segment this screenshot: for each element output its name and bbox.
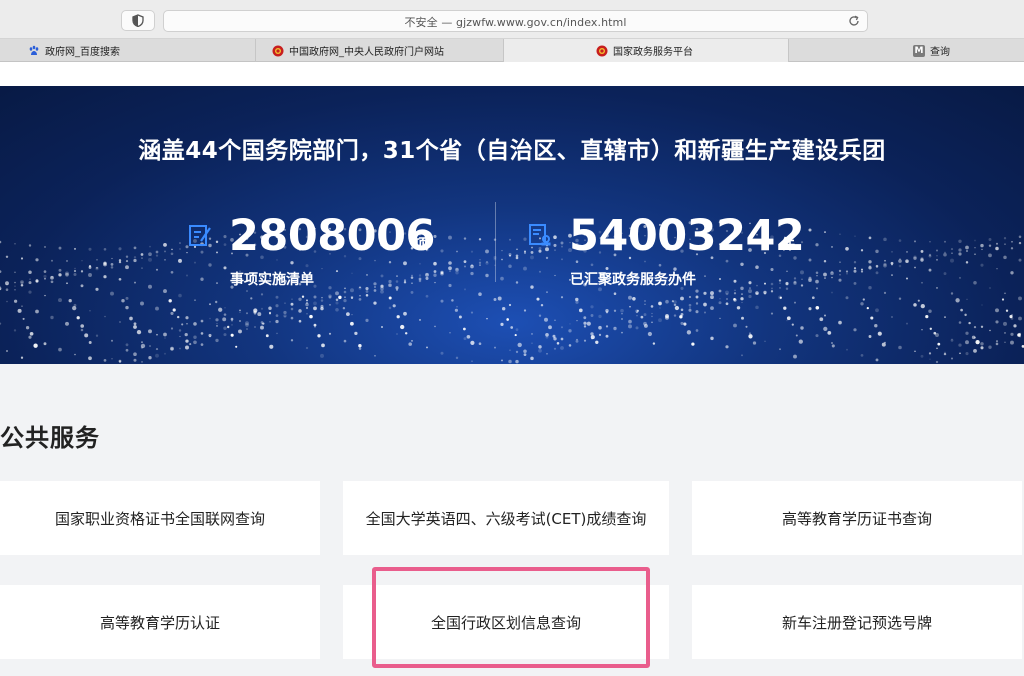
stat-items-value: 2808006 xyxy=(229,211,435,261)
reload-icon[interactable] xyxy=(847,14,861,28)
section-title: 公共服务 xyxy=(0,424,100,452)
national-emblem-icon xyxy=(272,45,284,56)
service-card-degree-certificate[interactable]: 高等教育学历证书查询 xyxy=(692,481,1022,555)
service-card-cet-score[interactable]: 全国大学英语四、六级考试(CET)成绩查询 xyxy=(343,481,669,555)
tab-label: 查询 xyxy=(930,47,950,58)
tab-label: 国家政务服务平台 xyxy=(613,47,693,58)
particle-wave-decoration xyxy=(0,220,1024,364)
national-emblem-icon xyxy=(596,45,608,56)
address-text: 不安全 — gjzwfw.www.gov.cn/index.html xyxy=(404,16,627,29)
tab-query[interactable]: M 查询 xyxy=(789,39,1024,62)
tab-gov-portal[interactable]: 中国政府网_中央人民政府门户网站 xyxy=(256,39,504,62)
address-bar[interactable]: 不安全 — gjzwfw.www.gov.cn/index.html xyxy=(163,10,868,32)
m-letter-icon: M xyxy=(913,44,925,57)
hero-banner: 涵盖44个国务院部门，31个省（自治区、直辖市）和新疆生产建设兵团 280800… xyxy=(0,86,1024,364)
page-top-strip xyxy=(0,62,1024,86)
stat-divider xyxy=(495,202,496,282)
tab-bar: 政府网_百度搜索 中国政府网_中央人民政府门户网站 国家政务服务平台 M 查询 xyxy=(0,39,1024,62)
hero-title: 涵盖44个国务院部门，31个省（自治区、直辖市）和新疆生产建设兵团 xyxy=(138,138,886,164)
tab-label: 中国政府网_中央人民政府门户网站 xyxy=(289,47,444,58)
stat-cases-unit: 件 xyxy=(781,237,795,253)
service-card-plate-preselection[interactable]: 新车注册登记预选号牌 xyxy=(692,585,1022,659)
stat-items-label: 事项实施清单 xyxy=(230,272,314,288)
service-card-admin-division[interactable]: 全国行政区划信息查询 xyxy=(343,585,669,659)
browser-toolbar: 不安全 — gjzwfw.www.gov.cn/index.html xyxy=(0,0,1024,39)
stat-cases-label: 已汇聚政务服务办件 xyxy=(570,272,696,288)
shield-icon xyxy=(132,14,144,27)
privacy-shield-button[interactable] xyxy=(121,10,155,31)
tab-baidu-search[interactable]: 政府网_百度搜索 xyxy=(0,39,256,62)
tab-label: 政府网_百度搜索 xyxy=(45,47,120,58)
stat-cases-value: 54003242 xyxy=(569,211,805,261)
service-card-degree-authentication[interactable]: 高等教育学历认证 xyxy=(0,585,320,659)
document-stamp-icon xyxy=(529,224,551,246)
tab-gov-service-platform[interactable]: 国家政务服务平台 xyxy=(504,39,789,62)
list-edit-icon xyxy=(189,225,211,246)
service-card-vocational-certificate[interactable]: 国家职业资格证书全国联网查询 xyxy=(0,481,320,555)
stat-items-unit: 项 xyxy=(414,237,428,253)
baidu-paw-icon xyxy=(29,45,39,55)
